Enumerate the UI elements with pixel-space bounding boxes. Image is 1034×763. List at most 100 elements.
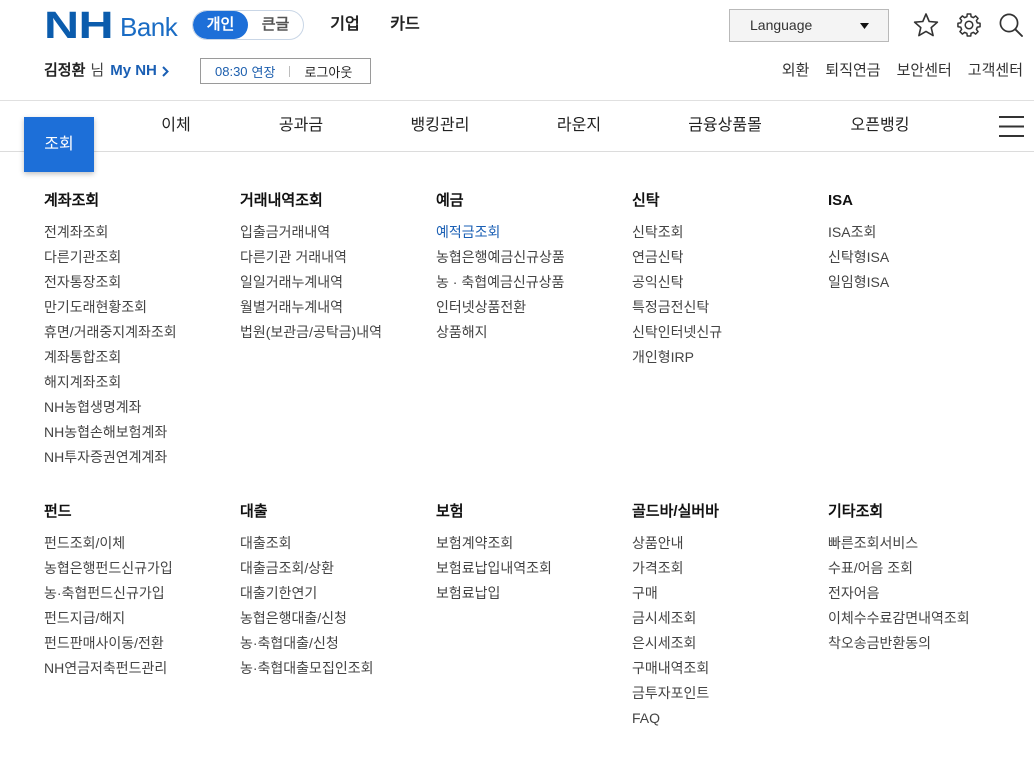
menu-group-title: 계좌조회 [44,192,100,209]
mode-personal[interactable]: 개인 [193,11,248,39]
my-nh-link[interactable]: My NH [110,60,169,82]
menu-link[interactable]: 신탁형ISA [828,245,1018,270]
menu-group-list: 예적금조회 농협은행예금신규상품 농 · 축협예금신규상품 인터넷상품전환 상품해지 [436,220,626,345]
menu-link[interactable]: 펀드조회/이체 [44,531,234,556]
menu-link[interactable]: 상품안내 [632,531,822,556]
user-greeting: 김정환 님 My NH [44,60,169,82]
session-extend-button[interactable]: 연장 [252,62,276,81]
gnb-item-banking-management[interactable]: 뱅킹관리 [380,114,500,138]
security-center-link[interactable]: 보안센터 [897,60,952,82]
session-divider [289,65,291,77]
menu-group: 펀드 펀드조회/이체 농협은행펀드신규가입 농·축협펀드신규가입 펀드지급/해지 펀드판매… [44,502,234,681]
menu-link[interactable]: FAQ [632,706,822,731]
menu-link[interactable]: 대출금조회/상환 [240,556,430,581]
corporate-link[interactable]: 기업 [320,13,370,37]
caret-down-icon [860,23,869,29]
menu-link[interactable]: 보험계약조회 [436,531,626,556]
gnb-item-open-banking[interactable]: 오픈뱅킹 [820,114,940,138]
menu-link[interactable]: 휴면/거래중지계좌조회 [44,320,234,345]
menu-link[interactable]: 농·축협펀드신규가입 [44,581,234,606]
menu-link[interactable]: 다른기관 거래내역 [240,245,430,270]
menu-group: 예금 예적금조회 농협은행예금신규상품 농 · 축협예금신규상품 인터넷상품전환 상품해지 [436,191,626,345]
menu-link[interactable]: NH농협생명계좌 [44,395,234,420]
menu-group-list: 입출금거래내역 다른기관 거래내역 일일거래누계내역 월별거래누계내역 법원(보관금/공… [240,220,430,345]
session-timer[interactable]: 08:30 [201,64,248,79]
menu-link[interactable]: 대출기한연기 [240,581,430,606]
menu-group-list: 상품안내 가격조회 구매 금시세조회 은시세조회 구매내역조회 금투자포인트 FAQ [632,531,822,731]
gnb-item-inquiry[interactable]: 조회 [24,117,94,172]
nh-bank-logo[interactable]: NH Bank [44,6,178,46]
menu-link[interactable]: 농협은행펀드신규가입 [44,556,234,581]
header-divider [0,100,1034,101]
menu-link[interactable]: 대출조회 [240,531,430,556]
menu-link[interactable]: 전자통장조회 [44,270,234,295]
menu-link[interactable]: 연금신탁 [632,245,822,270]
menu-group: 기타조회 빠른조회서비스 수표/어음 조회 전자어음 이체수수료감면내역조회 착오송금반환… [828,502,1018,656]
menu-link[interactable]: 상품해지 [436,320,626,345]
menu-link[interactable]: 예적금조회 [436,220,626,245]
language-select[interactable]: Language [729,9,889,42]
menu-link[interactable]: 다른기관조회 [44,245,234,270]
menu-link[interactable]: 농·축협대출모집인조회 [240,656,430,681]
menu-link[interactable]: 착오송금반환동의 [828,631,1018,656]
menu-link[interactable]: 보험료납입내역조회 [436,556,626,581]
menu-link[interactable]: 이체수수료감면내역조회 [828,606,1018,631]
menu-link[interactable]: 농 · 축협예금신규상품 [436,270,626,295]
menu-link[interactable]: 수표/어음 조회 [828,556,1018,581]
menu-link[interactable]: 구매 [632,581,822,606]
menu-link[interactable]: 펀드지급/해지 [44,606,234,631]
menu-link[interactable]: 특정금전신탁 [632,295,822,320]
logout-button[interactable]: 로그아웃 [304,62,352,81]
menu-link[interactable]: 가격조회 [632,556,822,581]
menu-link[interactable]: 입출금거래내역 [240,220,430,245]
gear-icon[interactable] [956,12,982,38]
menu-link[interactable]: ISA조회 [828,220,1018,245]
menu-link[interactable]: 빠른조회서비스 [828,531,1018,556]
menu-link[interactable]: 금투자포인트 [632,681,822,706]
menu-link[interactable]: 농협은행예금신규상품 [436,245,626,270]
menu-group-title: 대출 [240,503,268,520]
menu-link[interactable]: 구매내역조회 [632,656,822,681]
menu-group-title: 신탁 [632,192,660,209]
menu-link[interactable]: NH농협손해보험계좌 [44,420,234,445]
menu-link[interactable]: 일임형ISA [828,270,1018,295]
menu-link[interactable]: 펀드판매사이동/전환 [44,631,234,656]
my-nh-label: My NH [110,62,157,79]
session-box: 08:30 연장 로그아웃 [200,58,371,84]
menu-link[interactable]: 공익신탁 [632,270,822,295]
menu-link[interactable]: 법원(보관금/공탁금)내역 [240,320,430,345]
menu-link[interactable]: 인터넷상품전환 [436,295,626,320]
menu-link[interactable]: 보험료납입 [436,581,626,606]
menu-group: 보험 보험계약조회 보험료납입내역조회 보험료납입 [436,502,626,606]
gnb-item-financial-mall[interactable]: 금융상품몰 [665,114,785,138]
menu-link[interactable]: 은시세조회 [632,631,822,656]
customer-center-link[interactable]: 고객센터 [968,60,1023,82]
search-icon[interactable] [998,12,1024,38]
menu-link[interactable]: 농협은행대출/신청 [240,606,430,631]
card-link[interactable]: 카드 [380,13,430,37]
menu-link[interactable]: 개인형IRP [632,345,822,370]
hamburger-menu-icon[interactable] [999,116,1024,137]
menu-link[interactable]: 전자어음 [828,581,1018,606]
menu-link[interactable]: 해지계좌조회 [44,370,234,395]
menu-group-list: 보험계약조회 보험료납입내역조회 보험료납입 [436,531,626,606]
menu-link[interactable]: 신탁조회 [632,220,822,245]
mode-large-text[interactable]: 큰글 [248,11,303,39]
menu-link[interactable]: 전계좌조회 [44,220,234,245]
gnb-item-transfer[interactable]: 이체 [116,114,236,138]
menu-link[interactable]: 농·축협대출/신청 [240,631,430,656]
gnb-item-utility-bills[interactable]: 공과금 [241,114,361,138]
star-icon[interactable] [913,12,939,38]
menu-group-list: 전계좌조회 다른기관조회 전자통장조회 만기도래현황조회 휴면/거래중지계좌조회 계좌통합… [44,220,234,470]
menu-link[interactable]: NH연금저축펀드관리 [44,656,234,681]
menu-link[interactable]: 금시세조회 [632,606,822,631]
gnb-item-lounge[interactable]: 라운지 [519,114,639,138]
forex-link[interactable]: 외환 [782,60,810,82]
pension-link[interactable]: 퇴직연금 [825,60,880,82]
menu-link[interactable]: NH투자증권연계계좌 [44,445,234,470]
menu-link[interactable]: 신탁인터넷신규 [632,320,822,345]
menu-link[interactable]: 계좌통합조회 [44,345,234,370]
menu-link[interactable]: 월별거래누계내역 [240,295,430,320]
menu-link[interactable]: 일일거래누계내역 [240,270,430,295]
menu-link[interactable]: 만기도래현황조회 [44,295,234,320]
